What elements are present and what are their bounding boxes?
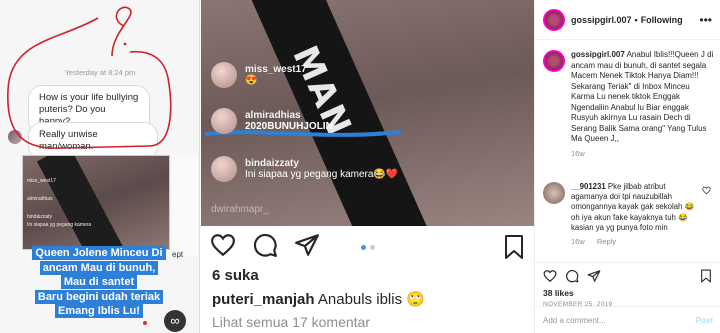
see-all-comments-link[interactable]: Lihat semua 17 komentar bbox=[212, 314, 370, 330]
bookmark-icon[interactable] bbox=[502, 234, 526, 260]
bookmark-icon[interactable] bbox=[699, 269, 713, 283]
comment-item: __901231 Pke jilbab atribut agamanya doi… bbox=[543, 182, 715, 246]
boomerang-icon[interactable]: ∞ bbox=[164, 310, 186, 332]
blue-caption: Queen Jolene Minceu Di ancam Mau di bunu… bbox=[6, 246, 192, 319]
share-icon[interactable] bbox=[587, 269, 601, 283]
following-button[interactable]: Following bbox=[641, 15, 683, 25]
post-sidebar: gossipgirl.007 • Following ••• gossipgir… bbox=[534, 0, 720, 333]
inner-name-2: almiradhias bbox=[27, 196, 53, 202]
carousel-dot bbox=[369, 245, 375, 250]
overlay-comment-3: bindaizzaty Ini siapaa yg pegang kamera😂… bbox=[211, 156, 398, 182]
separator-dot: • bbox=[634, 14, 638, 25]
avatar bbox=[211, 62, 237, 88]
sidebar-likes-count[interactable]: 38 likes bbox=[543, 288, 713, 298]
comment-icon[interactable] bbox=[565, 269, 579, 283]
carousel-dots bbox=[201, 237, 534, 255]
overlay-comment-1: miss_west17 😍 bbox=[211, 62, 307, 88]
red-dot bbox=[143, 321, 147, 325]
chat-avatar bbox=[8, 130, 22, 144]
avatar bbox=[211, 108, 237, 134]
comment-age: 16w bbox=[571, 237, 585, 247]
caption-author[interactable]: gossipgirl.007 bbox=[571, 50, 625, 59]
avatar bbox=[211, 156, 237, 182]
caption-text: Anabuls iblis 🙄 bbox=[317, 291, 425, 308]
inner-screenshot: miss_west17 almiradhias bindaizzaty Ini … bbox=[22, 155, 170, 250]
left-chat-screenshot: Yesterday at 8:24 pm How is your life bu… bbox=[0, 0, 200, 333]
caption-age: 16w bbox=[571, 148, 585, 158]
chat-timestamp: Yesterday at 8:24 pm bbox=[64, 68, 136, 77]
inner-comment: Ini siapaa yg pegang kamera bbox=[27, 222, 92, 228]
carousel-dot-active bbox=[360, 245, 366, 250]
add-comment-bar: Add a comment... Post bbox=[535, 306, 720, 333]
likes-count[interactable]: 6 suka bbox=[212, 267, 259, 284]
post-comment-button[interactable]: Post bbox=[696, 316, 713, 325]
reply-button[interactable]: Reply bbox=[597, 237, 616, 246]
more-options-icon[interactable]: ••• bbox=[699, 13, 712, 27]
add-comment-input[interactable]: Add a comment... bbox=[543, 316, 696, 325]
caption-username[interactable]: puteri_manjah bbox=[212, 291, 315, 308]
avatar[interactable] bbox=[543, 8, 565, 31]
post-header: gossipgirl.007 • Following ••• bbox=[535, 0, 720, 40]
post-media[interactable]: MAN miss_west17 😍 almiradhias 2020BUNUHJ… bbox=[201, 0, 534, 226]
caption-body: Anabul Iblis!!!Queen J di ancam mau di b… bbox=[571, 50, 714, 143]
caption-comment: gossipgirl.007 Anabul Iblis!!!Queen J di… bbox=[543, 50, 715, 158]
header-username[interactable]: gossipgirl.007 bbox=[571, 15, 632, 25]
sidebar-actions: 38 likes NOVEMBER 25, 2019 bbox=[535, 262, 720, 308]
overlay-comment-2: almiradhias 2020BUNUHJOLIN bbox=[211, 108, 333, 134]
overlay-comment-4: dwirahmapr_ bbox=[211, 204, 269, 215]
heart-icon[interactable] bbox=[543, 269, 557, 283]
avatar[interactable] bbox=[543, 50, 565, 72]
cropped-text-strip: ept bbox=[172, 155, 198, 259]
avatar[interactable] bbox=[543, 182, 565, 204]
comment-author[interactable]: __901231 bbox=[571, 182, 606, 191]
comment-heart-icon[interactable] bbox=[702, 186, 711, 195]
inner-name-3: bindaizzaty bbox=[27, 214, 53, 220]
post-caption: puteri_manjah Anabuls iblis 🙄 bbox=[212, 290, 425, 308]
inner-name-1: miss_west17 bbox=[27, 178, 56, 184]
